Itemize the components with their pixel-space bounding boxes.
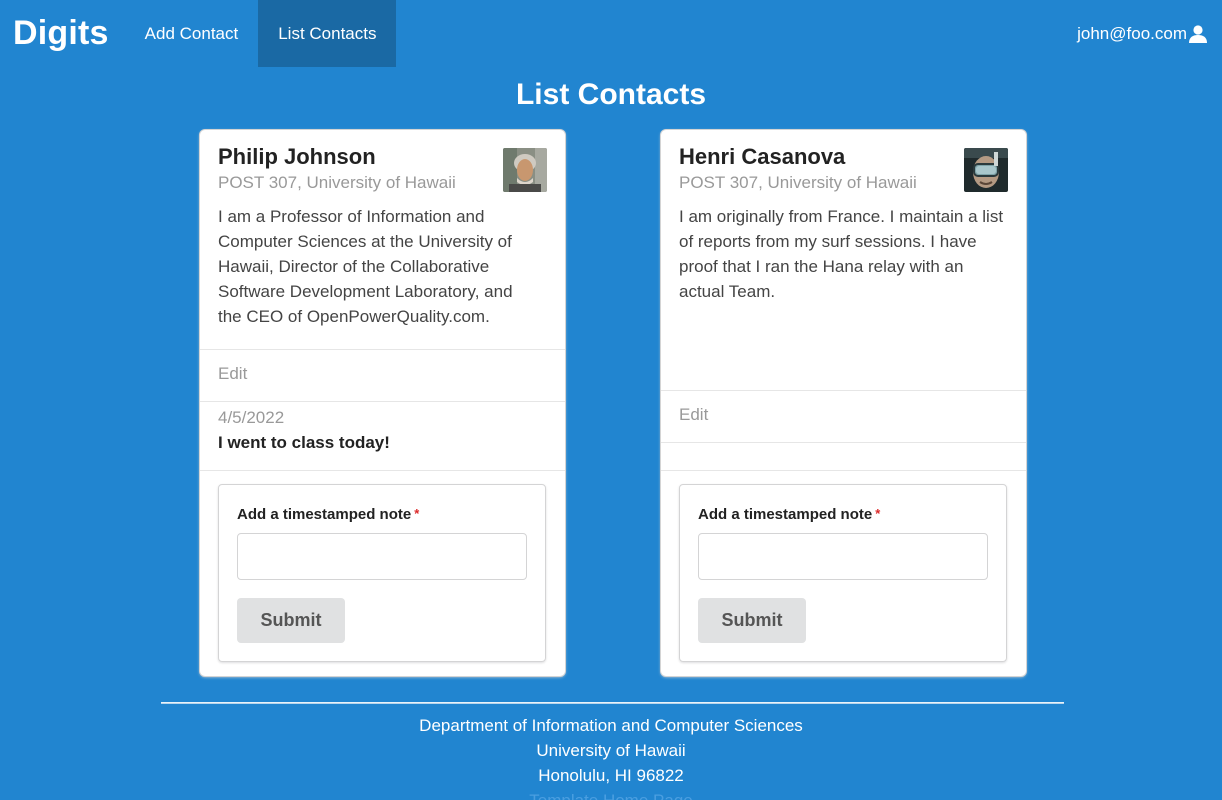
top-navbar: Digits Add Contact List Contacts john@fo… [0,0,1222,67]
contact-address: POST 307, University of Hawaii [218,173,456,192]
footer-divider [161,702,1064,704]
contact-card: Henri Casanova POST 307, University of H… [661,130,1026,676]
card-divider [661,390,1026,391]
submit-button[interactable]: Submit [237,598,345,643]
user-menu[interactable]: john@foo.com [1077,0,1222,67]
note-input[interactable] [237,533,527,580]
nav-add-contact[interactable]: Add Contact [125,0,259,67]
required-asterisk: * [875,506,881,521]
footer: Department of Information and Computer S… [0,713,1222,800]
contact-name: Henri Casanova [679,144,846,169]
contact-name: Philip Johnson [218,144,376,169]
user-icon [1188,24,1208,44]
page-title: List Contacts [515,78,707,111]
contact-description: I am a Professor of Information and Comp… [218,207,513,326]
footer-address: Honolulu, HI 96822 [538,766,684,785]
brand-logo[interactable]: Digits [0,0,125,67]
edit-link[interactable]: Edit [679,405,708,425]
contact-card: Philip Johnson POST 307, University of H… [200,130,565,676]
contact-avatar [503,148,547,192]
edit-link[interactable]: Edit [218,364,247,384]
contact-avatar [964,148,1008,192]
contact-address: POST 307, University of Hawaii [679,173,917,192]
note-date: 4/5/2022 [218,408,285,427]
submit-button[interactable]: Submit [698,598,806,643]
card-divider [661,442,1026,443]
card-divider [661,470,1026,471]
add-note-form: Add a timestamped note * Submit [679,484,1007,662]
user-email: john@foo.com [1077,23,1187,43]
footer-university: University of Hawaii [536,741,686,760]
card-divider [200,401,565,402]
required-asterisk: * [414,506,420,521]
footer-template-link[interactable]: Template Home Page [0,788,1222,800]
note-field-label: Add a timestamped note * [698,506,881,523]
add-note-form: Add a timestamped note * Submit [218,484,546,662]
note-input[interactable] [698,533,988,580]
note-field-label: Add a timestamped note * [237,506,420,523]
footer-department: Department of Information and Computer S… [419,716,803,735]
nav-list-contacts[interactable]: List Contacts [258,0,397,67]
card-divider [200,470,565,471]
note-text: I went to class today! [218,433,390,452]
card-divider [200,349,565,350]
contact-description: I am originally from France. I maintain … [679,207,1004,301]
